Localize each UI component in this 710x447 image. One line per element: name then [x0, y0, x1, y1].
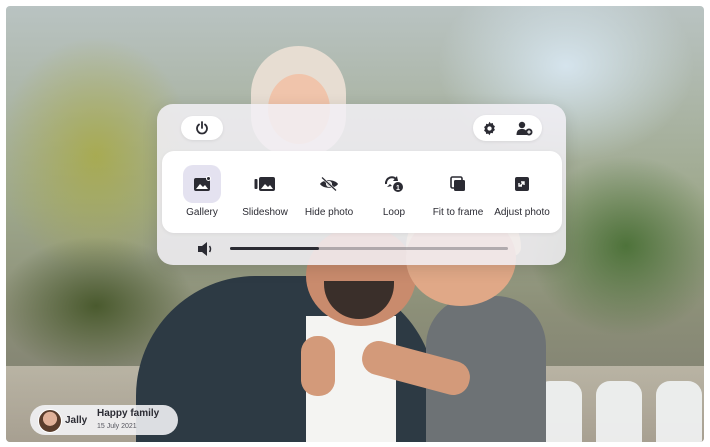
- hide-photo-button[interactable]: Hide photo: [295, 151, 363, 233]
- svg-text:1: 1: [396, 185, 400, 192]
- add-user-icon: [516, 121, 533, 135]
- fit-to-frame-label: Fit to frame: [432, 207, 484, 218]
- hide-photo-label: Hide photo: [304, 207, 354, 218]
- settings-button[interactable]: [482, 121, 497, 136]
- top-right-buttons: [473, 115, 542, 141]
- caption-user-name: Jally: [65, 415, 88, 426]
- fit-to-frame-button[interactable]: Fit to frame: [425, 151, 491, 233]
- fit-to-frame-icon: [450, 176, 465, 191]
- gallery-label: Gallery: [186, 207, 218, 218]
- slideshow-label: Slideshow: [242, 207, 288, 218]
- adjust-photo-label: Adjust photo: [494, 207, 550, 218]
- gallery-icon: [194, 176, 211, 191]
- slideshow-button[interactable]: Slideshow: [227, 151, 303, 233]
- slideshow-icon: [254, 177, 275, 191]
- avatar: [38, 409, 62, 433]
- loop-label: Loop: [382, 207, 406, 218]
- action-bar: Gallery Slideshow Hide photo 1 Loop Fit …: [162, 151, 562, 233]
- eye-off-icon: [320, 176, 338, 192]
- volume-slider-fill: [230, 247, 319, 250]
- volume-button[interactable]: [196, 240, 216, 258]
- adjust-photo-button[interactable]: Adjust photo: [489, 151, 555, 233]
- caption-date: 15 July 2021: [97, 423, 137, 430]
- loop-icon: 1: [384, 176, 403, 192]
- volume-slider[interactable]: [230, 247, 508, 250]
- add-user-button[interactable]: [516, 121, 533, 136]
- gear-icon: [484, 121, 496, 135]
- caption-title: Happy family: [97, 408, 160, 419]
- power-button[interactable]: [181, 116, 223, 140]
- power-icon: [196, 121, 208, 135]
- loop-button[interactable]: 1 Loop: [361, 151, 427, 233]
- speaker-icon: [198, 242, 212, 256]
- adjust-photo-icon: [515, 177, 529, 191]
